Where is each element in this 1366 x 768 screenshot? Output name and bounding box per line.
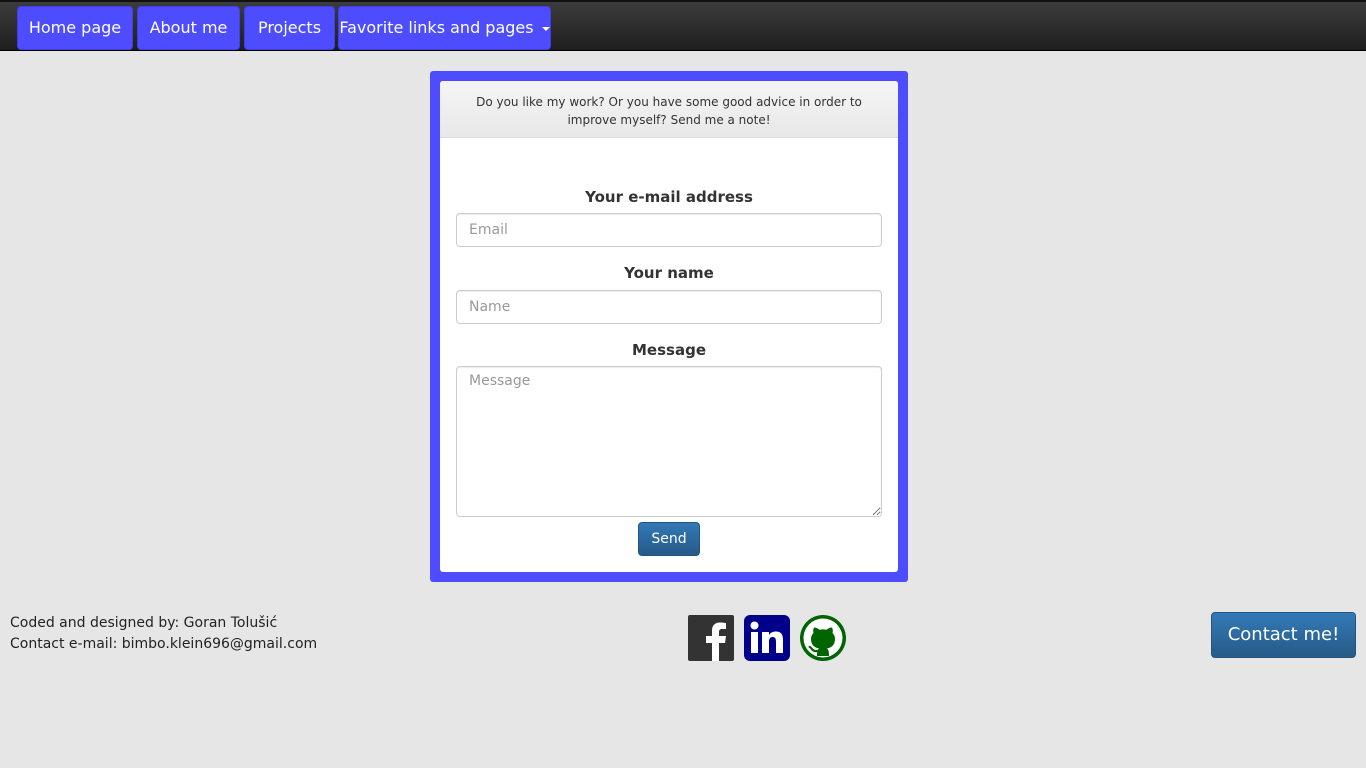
nav-about-button[interactable]: About me <box>137 6 240 50</box>
nav-favorites-dropdown[interactable]: Favorite links and pages <box>338 6 551 50</box>
contact-form-panel: Do you like my work? Or you have some go… <box>440 81 898 572</box>
caret-down-icon <box>541 26 550 31</box>
send-button[interactable]: Send <box>638 522 700 556</box>
top-navbar: Home page About me Projects Favorite lin… <box>0 0 1366 51</box>
linkedin-link[interactable] <box>744 615 790 661</box>
nav-projects-label: Projects <box>257 18 322 37</box>
nav-favorites-label: Favorite links and pages <box>339 18 534 37</box>
github-link[interactable] <box>800 615 846 661</box>
github-icon <box>800 615 846 661</box>
nav-projects-button[interactable]: Projects <box>244 6 335 50</box>
message-textarea[interactable] <box>456 366 882 517</box>
contact-form-frame: Do you like my work? Or you have some go… <box>430 71 908 582</box>
nav-home-button[interactable]: Home page <box>17 6 133 50</box>
panel-heading: Do you like my work? Or you have some go… <box>440 81 898 138</box>
name-field[interactable] <box>456 290 882 324</box>
facebook-link[interactable] <box>688 615 734 661</box>
facebook-icon <box>688 615 734 661</box>
footer-contact-email: Contact e-mail: bimbo.klein696@gmail.com <box>10 636 318 652</box>
linkedin-icon <box>744 615 790 661</box>
email-label: Your e-mail address <box>585 188 753 206</box>
name-label: Your name <box>624 264 714 282</box>
message-label: Message <box>632 341 706 359</box>
nav-about-label: About me <box>149 18 228 37</box>
footer-credit: Coded and designed by: Goran Tolušić <box>10 615 278 631</box>
email-field[interactable] <box>456 213 882 247</box>
nav-home-label: Home page <box>28 18 122 37</box>
contact-me-button[interactable]: Contact me! <box>1211 612 1356 658</box>
